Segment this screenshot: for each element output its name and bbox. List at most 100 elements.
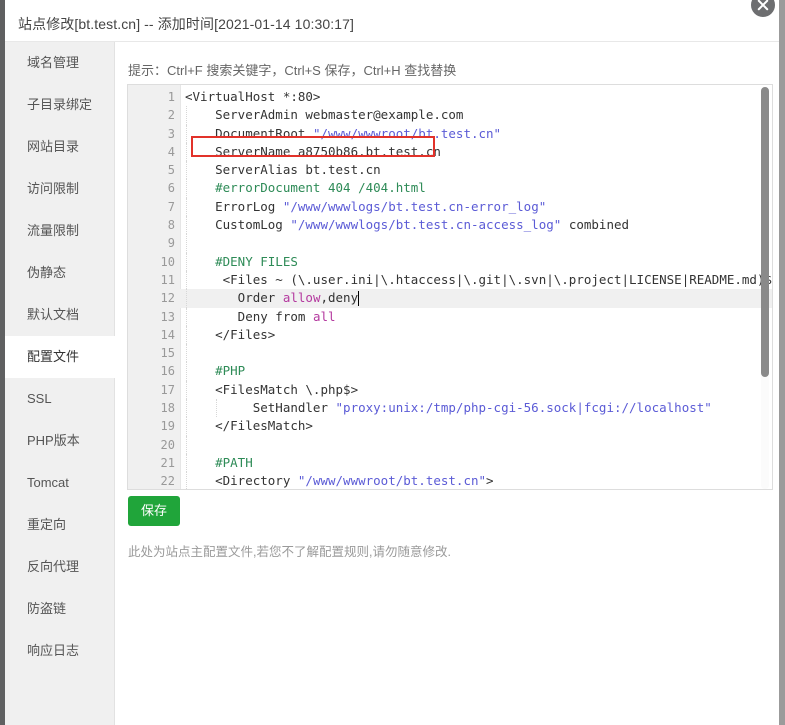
code-line[interactable]: 20 xyxy=(128,435,772,454)
code-line[interactable]: 6 #errorDocument 404 /404.html xyxy=(128,179,772,198)
code-line[interactable]: 3 DocumentRoot "/www/wwwroot/bt.test.cn" xyxy=(128,124,772,143)
editor-scrollbar-thumb[interactable] xyxy=(761,87,769,377)
sidebar-item-label: 反向代理 xyxy=(27,559,80,574)
shortcut-tip: 提示：Ctrl+F 搜索关键字，Ctrl+S 保存，Ctrl+H 查找替换 xyxy=(128,63,457,78)
code-line[interactable]: 8 CustomLog "/www/wwwlogs/bt.test.cn-acc… xyxy=(128,216,772,235)
code-line-text: </FilesMatch> xyxy=(185,417,313,435)
line-number: 13 xyxy=(160,309,175,324)
code-line-text: Order allow,deny xyxy=(185,289,358,307)
code-token: ,deny xyxy=(320,290,359,306)
code-line-text: ErrorLog "/www/wwwlogs/bt.test.cn-error_… xyxy=(185,198,546,216)
code-token: "/www/wwwroot/bt.test.cn" xyxy=(297,473,487,489)
code-line-text: CustomLog "/www/wwwlogs/bt.test.cn-acces… xyxy=(185,216,629,234)
sidebar-item-4[interactable]: 流量限制 xyxy=(5,210,114,252)
page-scrollbar[interactable] xyxy=(779,0,785,725)
code-token: #DENY FILES xyxy=(185,253,298,269)
code-line[interactable]: 17 <FilesMatch \.php$> xyxy=(128,380,772,400)
code-line[interactable]: 18 SetHandler "proxy:unix:/tmp/php-cgi-5… xyxy=(128,399,772,418)
code-token: allow xyxy=(282,290,321,306)
line-number: 5 xyxy=(167,163,175,178)
code-line[interactable]: 13 Deny from all xyxy=(128,307,772,326)
code-line-text: Deny from all xyxy=(185,308,336,326)
code-token: #errorDocument 404 /404.html xyxy=(185,180,426,196)
code-line[interactable]: 2 ServerAdmin webmaster@example.com xyxy=(128,106,772,125)
code-line[interactable]: 10 #DENY FILES xyxy=(128,252,772,271)
code-line[interactable]: 14 </Files> xyxy=(128,325,772,345)
sidebar-item-label: 响应日志 xyxy=(27,643,80,658)
line-number: 8 xyxy=(167,218,175,233)
page-title: 站点修改[bt.test.cn] -- 添加时间[2021-01-14 10:3… xyxy=(18,16,354,32)
code-token: </FilesMatch> xyxy=(185,418,313,434)
sidebar-item-10[interactable]: Tomcat xyxy=(5,462,114,504)
code-token: <VirtualHost *:80> xyxy=(185,89,321,104)
code-line[interactable]: 1 <VirtualHost *:80> xyxy=(128,88,772,106)
page-scrollbar-thumb[interactable] xyxy=(779,0,785,725)
sidebar-item-8[interactable]: SSL xyxy=(5,378,114,420)
sidebar-item-0[interactable]: 域名管理 xyxy=(5,42,114,84)
page-root: 站点修改[bt.test.cn] -- 添加时间[2021-01-14 10:3… xyxy=(0,0,785,725)
line-number: 6 xyxy=(167,181,175,196)
code-token: <Files ~ (\.user.ini|\.htaccess|\.git|\.… xyxy=(185,271,773,287)
indent-guide xyxy=(186,435,188,454)
sidebar-item-label: 子目录绑定 xyxy=(27,97,93,112)
code-line-text: <VirtualHost *:80> xyxy=(185,88,320,106)
sidebar-item-label: Tomcat xyxy=(27,475,69,490)
code-line-text: SetHandler "proxy:unix:/tmp/php-cgi-56.s… xyxy=(185,399,712,417)
sidebar-item-label: 网站目录 xyxy=(27,139,80,154)
sidebar-item-5[interactable]: 伪静态 xyxy=(5,252,114,294)
code-token: ServerAlias bt.test.cn xyxy=(185,162,381,178)
code-line-text: ServerAlias bt.test.cn xyxy=(185,161,381,179)
code-line[interactable]: 19 </FilesMatch> xyxy=(128,417,772,436)
code-line[interactable]: 11 <Files ~ (\.user.ini|\.htaccess|\.git… xyxy=(128,270,773,290)
sidebar: 域名管理子目录绑定网站目录访问限制流量限制 伪静态默认文档配置文件 SSL PHP版本… xyxy=(5,42,115,725)
code-token: ServerAdmin webmaster@example.com xyxy=(185,107,464,123)
sidebar-item-7[interactable]: 配置文件 xyxy=(5,336,115,378)
sidebar-item-label: 防盗链 xyxy=(27,601,67,616)
code-token: "/www/wwwlogs/bt.test.cn-error_log" xyxy=(282,198,547,214)
line-number: 17 xyxy=(160,382,175,397)
code-line[interactable]: 4 ServerName a8750b86.bt.test.cn xyxy=(128,142,772,162)
sidebar-item-label: 重定向 xyxy=(27,517,67,532)
sidebar-item-2[interactable]: 网站目录 xyxy=(5,126,114,168)
config-code-editor[interactable]: 1 <VirtualHost *:80> 2 ServerAdmin webmast… xyxy=(127,84,773,490)
sidebar-item-13[interactable]: 防盗链 xyxy=(5,588,114,630)
code-line[interactable]: 7 ErrorLog "/www/wwwlogs/bt.test.cn-erro… xyxy=(128,197,772,217)
code-line[interactable]: 21 #PATH xyxy=(128,453,772,473)
code-line[interactable]: 9 xyxy=(128,234,772,253)
line-number: 11 xyxy=(160,272,175,287)
sidebar-item-9[interactable]: PHP版本 xyxy=(5,420,114,462)
code-token: all xyxy=(312,308,336,324)
sidebar-item-12[interactable]: 反向代理 xyxy=(5,546,114,588)
code-line[interactable]: 16 #PHP xyxy=(128,362,772,381)
code-token: ServerName a8750b86.bt.test.cn xyxy=(185,143,441,159)
code-line[interactable]: 22 <Directory "/www/wwwroot/bt.test.cn"> xyxy=(128,472,772,489)
editor-scrollbar[interactable] xyxy=(761,87,769,489)
sidebar-item-label: 默认文档 xyxy=(27,307,80,322)
main-panel: 提示：Ctrl+F 搜索关键字，Ctrl+S 保存，Ctrl+H 查找替换 1 <… xyxy=(116,42,779,725)
line-number: 4 xyxy=(167,144,175,159)
save-button[interactable]: 保存 xyxy=(128,496,180,526)
line-number: 9 xyxy=(167,236,175,251)
code-line-text: #PATH xyxy=(185,454,253,472)
line-number: 12 xyxy=(160,291,175,306)
sidebar-item-3[interactable]: 访问限制 xyxy=(5,168,114,210)
sidebar-item-6[interactable]: 默认文档 xyxy=(5,294,114,336)
config-footnote: 此处为站点主配置文件,若您不了解配置规则,请勿随意修改. xyxy=(128,545,451,559)
code-line-text: <Directory "/www/wwwroot/bt.test.cn"> xyxy=(185,472,493,489)
code-token: "/www/wwwlogs/bt.test.cn-access_log" xyxy=(290,217,562,233)
code-token: Deny from xyxy=(185,308,313,324)
line-number: 20 xyxy=(160,437,175,452)
code-token: <FilesMatch \.php$> xyxy=(185,381,359,397)
code-token: combined xyxy=(561,217,630,233)
indent-guide xyxy=(186,344,188,363)
sidebar-item-14[interactable]: 响应日志 xyxy=(5,630,114,672)
code-line[interactable]: 15 xyxy=(128,344,772,363)
site-edit-dialog: 站点修改[bt.test.cn] -- 添加时间[2021-01-14 10:3… xyxy=(5,0,779,725)
code-line[interactable]: 5 ServerAlias bt.test.cn xyxy=(128,161,772,180)
line-number: 1 xyxy=(167,90,175,104)
sidebar-item-1[interactable]: 子目录绑定 xyxy=(5,84,114,126)
code-token: "/www/wwwroot/bt.test.cn" xyxy=(312,125,502,141)
sidebar-item-11[interactable]: 重定向 xyxy=(5,504,114,546)
sidebar-item-label: 访问限制 xyxy=(27,181,80,196)
code-line[interactable]: 12 Order allow,deny xyxy=(128,289,772,308)
